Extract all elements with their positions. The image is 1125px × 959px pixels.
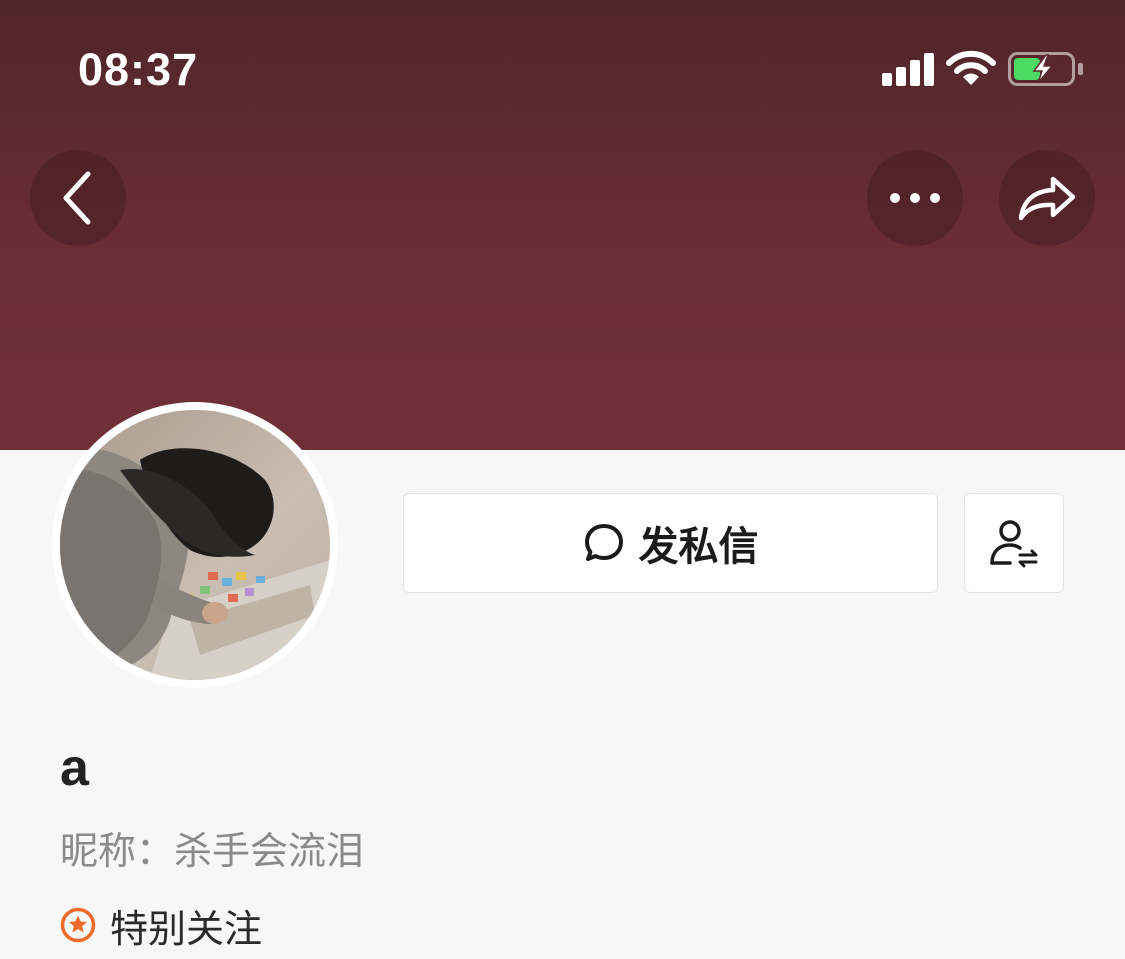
status-bar: 08:37 bbox=[0, 0, 1125, 140]
star-circle-icon bbox=[60, 907, 96, 943]
wifi-icon bbox=[946, 50, 996, 86]
battery-charging-icon bbox=[1008, 52, 1084, 86]
share-arrow-icon bbox=[1018, 176, 1076, 221]
share-button[interactable] bbox=[999, 150, 1095, 246]
special-follow-tag: 特别关注 bbox=[60, 900, 263, 951]
username: a bbox=[60, 739, 89, 797]
send-message-button[interactable]: 发私信 bbox=[403, 493, 938, 593]
user-switch-icon bbox=[990, 520, 1038, 568]
send-message-label: 发私信 bbox=[638, 524, 759, 570]
back-button[interactable] bbox=[30, 150, 126, 246]
status-time: 08:37 bbox=[78, 44, 199, 95]
special-follow-label: 特别关注 bbox=[110, 906, 263, 951]
chevron-left-icon bbox=[63, 171, 91, 225]
nickname-text: 昵称：杀手会流泪 bbox=[60, 829, 365, 873]
follow-options-button[interactable] bbox=[964, 493, 1064, 593]
more-button[interactable] bbox=[867, 150, 963, 246]
avatar[interactable] bbox=[60, 410, 330, 680]
profile-page: 08:37 发私信 a 昵称：杀手会流泪 特别关注 bbox=[0, 0, 1125, 959]
more-horizontal-icon bbox=[890, 193, 940, 203]
chat-bubble-icon bbox=[584, 524, 623, 561]
signal-icon bbox=[882, 52, 934, 86]
